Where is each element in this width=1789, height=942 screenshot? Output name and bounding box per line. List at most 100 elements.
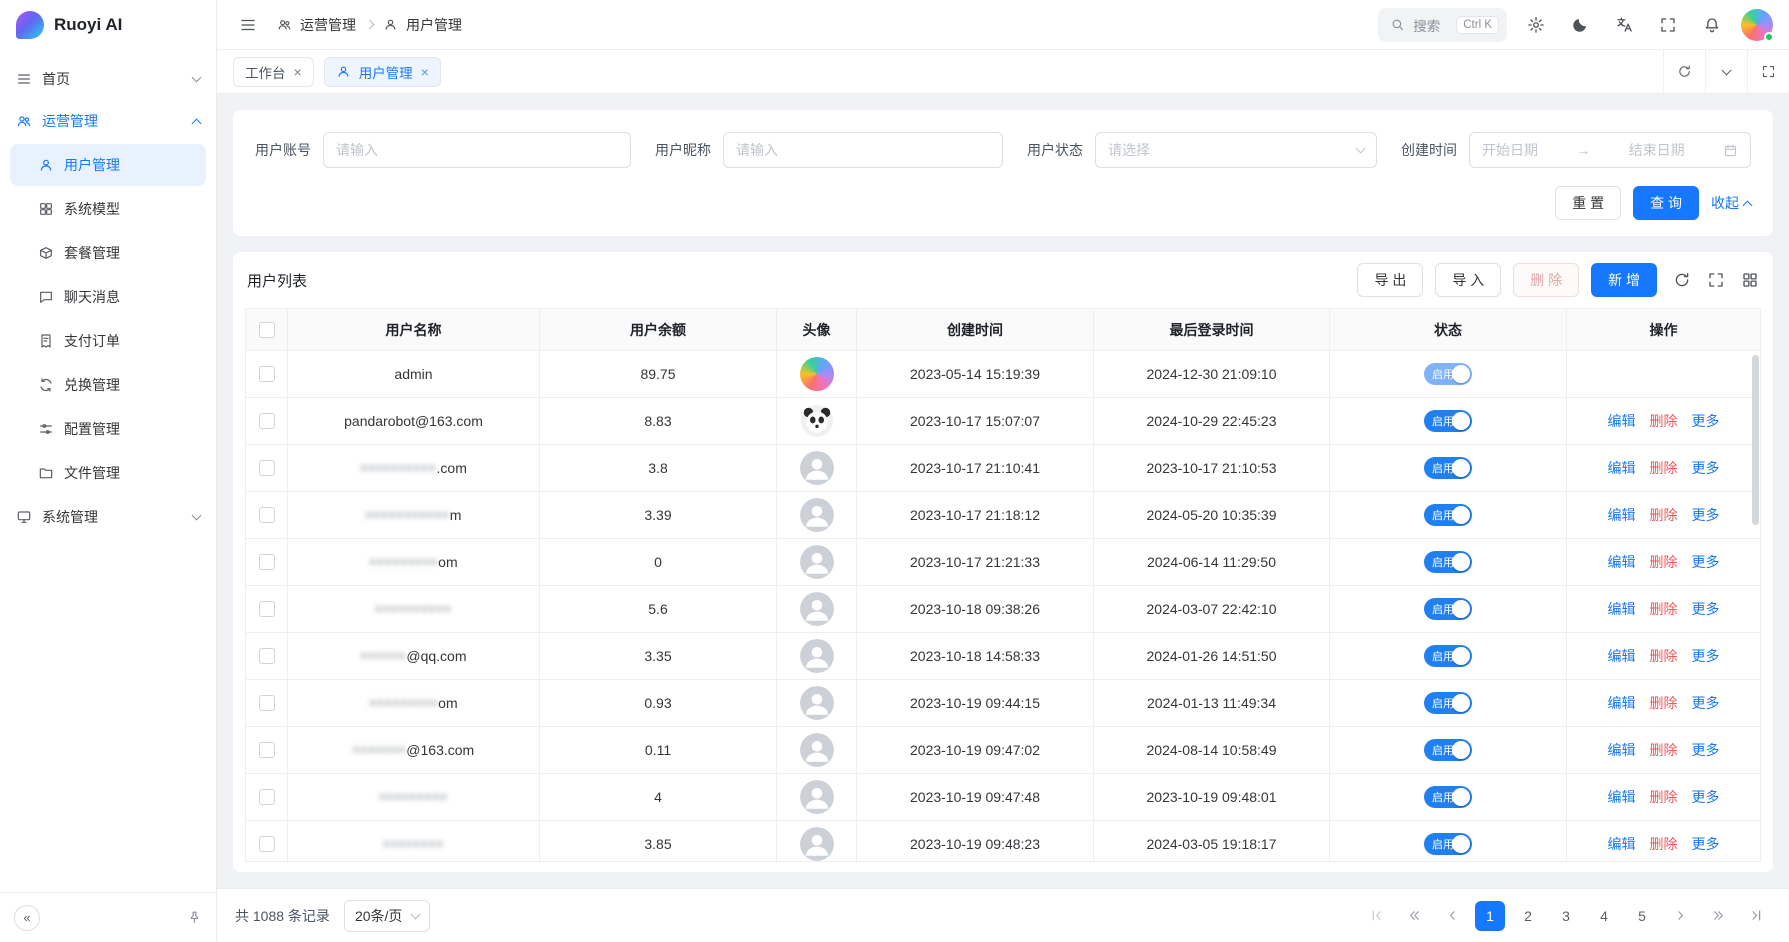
edit-link[interactable]: 编辑: [1608, 693, 1636, 713]
status-toggle[interactable]: 启用: [1424, 598, 1472, 620]
delete-button[interactable]: 删 除: [1513, 263, 1579, 297]
next-page-button[interactable]: [1665, 901, 1695, 931]
more-link[interactable]: 更多: [1692, 458, 1720, 478]
row-checkbox[interactable]: [259, 789, 275, 805]
delete-link[interactable]: 删除: [1650, 834, 1678, 854]
row-checkbox[interactable]: [259, 366, 275, 382]
row-checkbox[interactable]: [259, 460, 275, 476]
dark-mode-button[interactable]: [1565, 10, 1595, 40]
edit-link[interactable]: 编辑: [1608, 458, 1636, 478]
row-checkbox[interactable]: [259, 413, 275, 429]
sidebar-item-user-management[interactable]: 用户管理: [10, 144, 206, 186]
first-page-button[interactable]: [1361, 901, 1391, 931]
status-toggle[interactable]: 启用: [1424, 739, 1472, 761]
status-toggle[interactable]: 启用: [1424, 551, 1472, 573]
status-toggle[interactable]: 启用: [1424, 645, 1472, 667]
sidebar-item-home[interactable]: 首页: [0, 58, 216, 100]
delete-link[interactable]: 删除: [1650, 458, 1678, 478]
status-toggle[interactable]: 启用: [1424, 457, 1472, 479]
status-toggle[interactable]: 启用: [1424, 833, 1472, 855]
row-checkbox[interactable]: [259, 554, 275, 570]
delete-link[interactable]: 删除: [1650, 693, 1678, 713]
close-icon[interactable]: ×: [421, 65, 429, 79]
more-link[interactable]: 更多: [1692, 552, 1720, 572]
jump-back-button[interactable]: [1399, 901, 1429, 931]
edit-link[interactable]: 编辑: [1608, 552, 1636, 572]
account-input[interactable]: [323, 132, 631, 168]
settings-button[interactable]: [1521, 10, 1551, 40]
edit-link[interactable]: 编辑: [1608, 740, 1636, 760]
pin-icon[interactable]: [187, 910, 202, 925]
table-fullscreen-button[interactable]: [1707, 271, 1725, 289]
status-toggle[interactable]: 启用: [1424, 410, 1472, 432]
status-toggle[interactable]: 启用: [1424, 692, 1472, 714]
row-checkbox[interactable]: [259, 695, 275, 711]
more-link[interactable]: 更多: [1692, 599, 1720, 619]
more-link[interactable]: 更多: [1692, 787, 1720, 807]
sidebar-item-package-management[interactable]: 套餐管理: [10, 232, 206, 274]
delete-link[interactable]: 删除: [1650, 787, 1678, 807]
edit-link[interactable]: 编辑: [1608, 599, 1636, 619]
status-toggle[interactable]: 启用: [1424, 786, 1472, 808]
more-link[interactable]: 更多: [1692, 646, 1720, 666]
row-checkbox[interactable]: [259, 648, 275, 664]
delete-link[interactable]: 删除: [1650, 646, 1678, 666]
more-link[interactable]: 更多: [1692, 693, 1720, 713]
row-checkbox[interactable]: [259, 836, 275, 852]
sidebar-item-system-model[interactable]: 系统模型: [10, 188, 206, 230]
more-link[interactable]: 更多: [1692, 834, 1720, 854]
export-button[interactable]: 导 出: [1357, 263, 1423, 297]
reset-button[interactable]: 重 置: [1555, 186, 1621, 220]
edit-link[interactable]: 编辑: [1608, 787, 1636, 807]
breadcrumb-item[interactable]: 运营管理: [300, 15, 356, 35]
close-icon[interactable]: ×: [294, 65, 302, 79]
more-link[interactable]: 更多: [1692, 505, 1720, 525]
sidebar-item-system-management[interactable]: 系统管理: [0, 496, 216, 538]
sidebar-item-chat-messages[interactable]: 聊天消息: [10, 276, 206, 318]
page-button-2[interactable]: 2: [1513, 901, 1543, 931]
sidebar-item-config-management[interactable]: 配置管理: [10, 408, 206, 450]
nickname-input[interactable]: [723, 132, 1003, 168]
status-select[interactable]: 请选择: [1095, 132, 1377, 168]
menu-toggle-button[interactable]: [233, 10, 263, 40]
prev-page-button[interactable]: [1437, 901, 1467, 931]
search-input[interactable]: 搜索 Ctrl K: [1378, 8, 1507, 42]
refresh-table-button[interactable]: [1673, 271, 1691, 289]
date-range-picker[interactable]: 开始日期 → 结束日期: [1469, 132, 1751, 168]
row-checkbox[interactable]: [259, 742, 275, 758]
sidebar-item-exchange-management[interactable]: 兑换管理: [10, 364, 206, 406]
breadcrumb-item[interactable]: 用户管理: [406, 15, 462, 35]
import-button[interactable]: 导 入: [1435, 263, 1501, 297]
collapse-filter-link[interactable]: 收起: [1711, 193, 1751, 213]
delete-link[interactable]: 删除: [1650, 505, 1678, 525]
row-checkbox[interactable]: [259, 507, 275, 523]
column-settings-button[interactable]: [1741, 271, 1759, 289]
notifications-button[interactable]: [1697, 10, 1727, 40]
delete-link[interactable]: 删除: [1650, 411, 1678, 431]
edit-link[interactable]: 编辑: [1608, 646, 1636, 666]
tab-menu-button[interactable]: [1705, 50, 1747, 93]
page-button-5[interactable]: 5: [1627, 901, 1657, 931]
language-button[interactable]: [1609, 10, 1639, 40]
table-scrollbar[interactable]: [1752, 355, 1759, 525]
row-checkbox[interactable]: [259, 601, 275, 617]
sidebar-item-file-management[interactable]: 文件管理: [10, 452, 206, 494]
status-toggle[interactable]: 启用: [1424, 504, 1472, 526]
tab-user-management[interactable]: 用户管理 ×: [324, 57, 441, 87]
page-button-4[interactable]: 4: [1589, 901, 1619, 931]
edit-link[interactable]: 编辑: [1608, 411, 1636, 431]
last-page-button[interactable]: [1741, 901, 1771, 931]
sidebar-collapse-button[interactable]: «: [14, 905, 40, 931]
search-button[interactable]: 查 询: [1633, 186, 1699, 220]
user-avatar-button[interactable]: [1741, 9, 1773, 41]
select-all-checkbox[interactable]: [259, 322, 275, 338]
delete-link[interactable]: 删除: [1650, 740, 1678, 760]
edit-link[interactable]: 编辑: [1608, 505, 1636, 525]
page-button-1[interactable]: 1: [1475, 901, 1505, 931]
page-size-select[interactable]: 20条/页: [344, 900, 430, 932]
more-link[interactable]: 更多: [1692, 740, 1720, 760]
page-button-3[interactable]: 3: [1551, 901, 1581, 931]
edit-link[interactable]: 编辑: [1608, 834, 1636, 854]
more-link[interactable]: 更多: [1692, 411, 1720, 431]
sidebar-item-payment-orders[interactable]: 支付订单: [10, 320, 206, 362]
